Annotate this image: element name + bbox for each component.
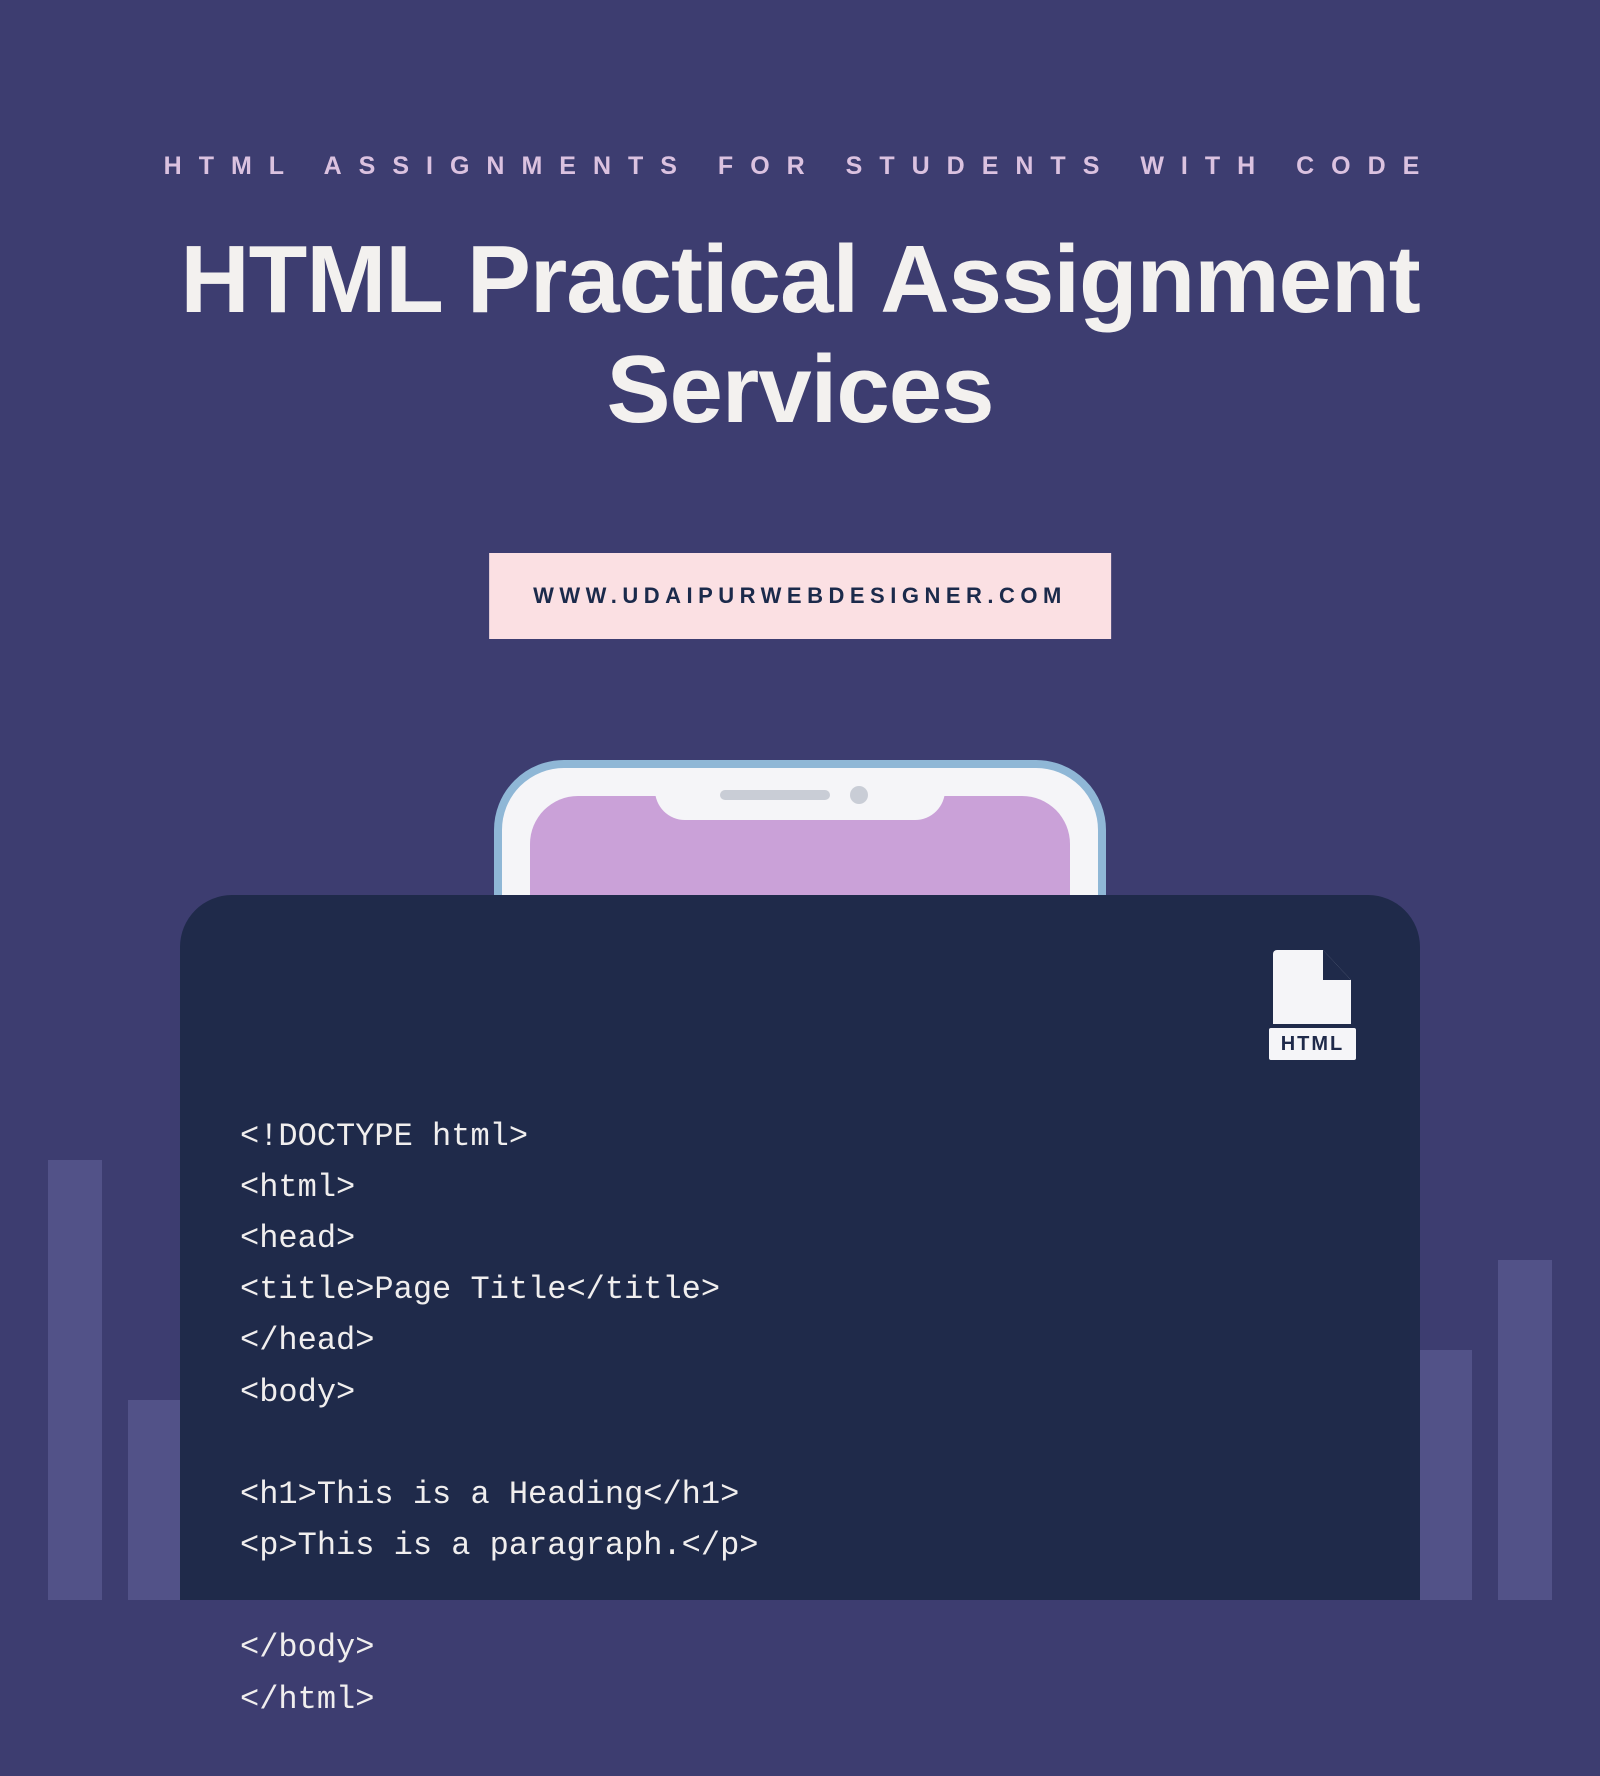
phone-notch bbox=[655, 768, 945, 820]
file-icon-label: HTML bbox=[1265, 1024, 1360, 1064]
file-fold bbox=[1323, 950, 1351, 980]
code-card: HTML <!DOCTYPE html> <html> <head> <titl… bbox=[180, 895, 1420, 1600]
page-title: HTML Practical Assignment Services bbox=[0, 225, 1600, 446]
eyebrow-text: HTML ASSIGNMENTS FOR STUDENTS WITH CODE bbox=[0, 152, 1600, 181]
title-line-2: Services bbox=[606, 336, 993, 443]
website-url-button[interactable]: WWW.UDAIPURWEBDESIGNER.COM bbox=[489, 553, 1111, 639]
title-line-1: HTML Practical Assignment bbox=[180, 226, 1419, 333]
html-file-icon: HTML bbox=[1265, 950, 1360, 1070]
code-snippet: <!DOCTYPE html> <html> <head> <title>Pag… bbox=[240, 1111, 1360, 1725]
